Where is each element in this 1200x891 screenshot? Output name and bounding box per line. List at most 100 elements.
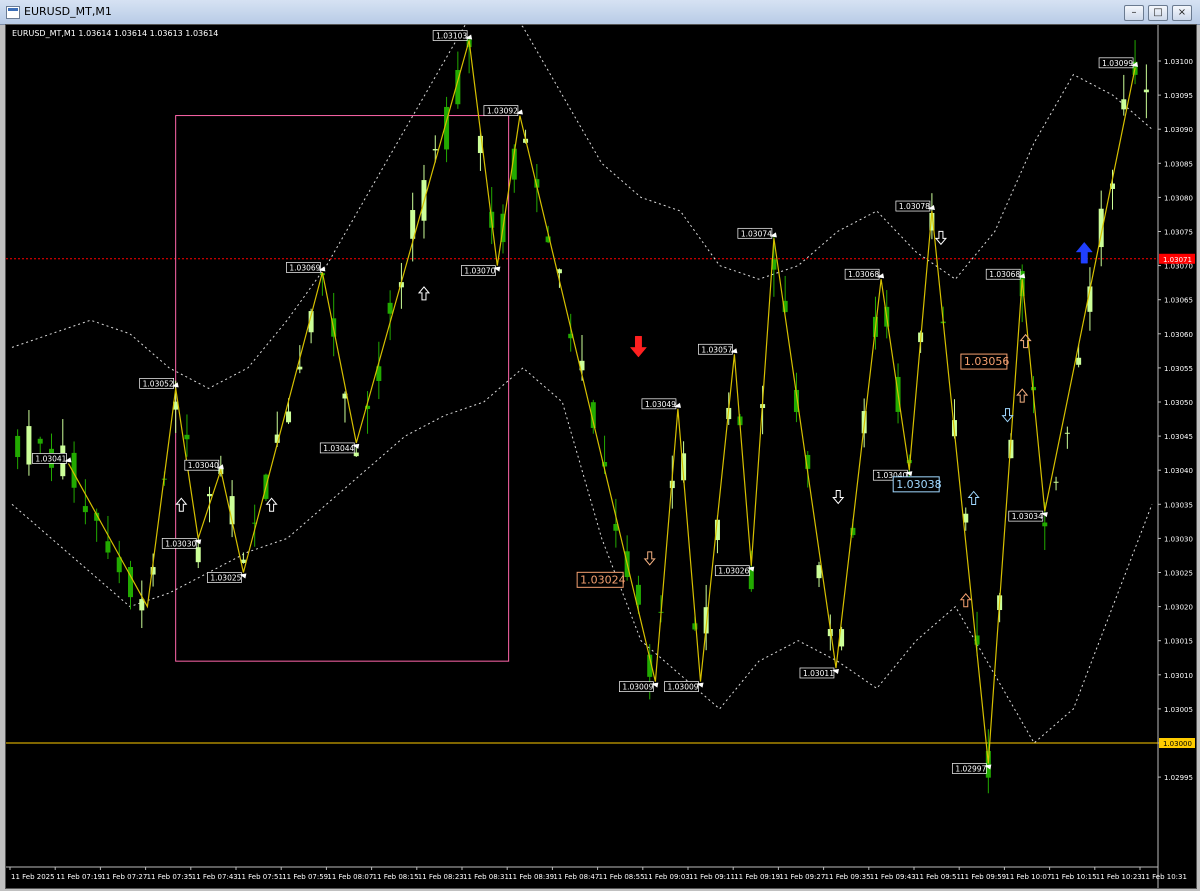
- zigzag-line: [67, 40, 1136, 764]
- y-tick-label: 1.03005: [1164, 706, 1193, 714]
- y-tick-label: 1.03010: [1164, 672, 1193, 680]
- x-tick-label: 11 Feb 10:31: [1141, 873, 1187, 881]
- zigzag-price-label: 1.03030: [165, 539, 196, 548]
- sell-arrow-icon: [832, 489, 845, 505]
- candle-body: [1076, 357, 1082, 365]
- candle-body: [128, 566, 134, 598]
- zigzag-price-label: 1.03092: [487, 107, 518, 116]
- zigzag-price-label: 1.03069: [289, 263, 320, 272]
- y-tick-label: 1.03065: [1164, 297, 1193, 305]
- x-tick-label: 11 Feb 09:03: [644, 873, 690, 881]
- y-tick-label: 1.03075: [1164, 229, 1193, 237]
- candle-body: [1053, 481, 1059, 483]
- buy-arrow-icon: [959, 592, 972, 608]
- candle-body: [432, 149, 438, 151]
- level-price-label: 1.03000: [1163, 740, 1192, 748]
- x-tick-label: 11 Feb 08:47: [553, 873, 599, 881]
- zigzag-price-label: 1.03052: [143, 379, 174, 388]
- y-tick-label: 1.03085: [1164, 160, 1193, 168]
- candle-body: [1064, 432, 1070, 434]
- candle-body: [816, 565, 822, 579]
- y-tick-label: 1.03040: [1164, 467, 1193, 475]
- signal-price-label: 1.03056: [964, 355, 1010, 368]
- x-tick-label: 11 Feb 09:19: [734, 873, 780, 881]
- zigzag-price-label: 1.03099: [1102, 59, 1133, 68]
- zigzag-price-label: 1.03068: [848, 270, 879, 279]
- buy-arrow-icon: [265, 497, 278, 512]
- chart-window-icon: [6, 6, 20, 19]
- x-tick-label: 11 Feb 09:59: [960, 873, 1006, 881]
- candle-body: [387, 302, 393, 314]
- candle-body: [105, 541, 111, 553]
- candle-body: [207, 494, 213, 497]
- y-tick-label: 1.03060: [1164, 331, 1193, 339]
- y-tick-label: 1.03070: [1164, 263, 1193, 271]
- y-tick-label: 1.03015: [1164, 638, 1193, 646]
- y-tick-label: 1.03025: [1164, 570, 1193, 578]
- zigzag-price-label: 1.03057: [701, 345, 732, 354]
- x-tick-label: 11 Feb 08:39: [508, 873, 554, 881]
- y-tick-label: 1.03100: [1164, 58, 1193, 66]
- candle-body: [286, 411, 292, 423]
- candle-body: [1121, 99, 1127, 110]
- candles-group: [15, 38, 1149, 794]
- x-tick-label: 11 Feb 09:27: [779, 873, 825, 881]
- x-tick-label: 11 Feb 07:43: [192, 873, 238, 881]
- x-tick-label: 11 Feb 10:15: [1051, 873, 1097, 881]
- candle-body: [26, 426, 32, 465]
- sell-arrow-icon: [934, 230, 947, 246]
- chart-area[interactable]: 1.03100 1.03095 1.03090 1.03085 1.03080 1.030…: [5, 24, 1197, 889]
- y-tick-label: 1.03035: [1164, 501, 1193, 509]
- buy-arrow-icon: [1016, 388, 1029, 403]
- y-tick-label: 1.03055: [1164, 365, 1193, 373]
- buy-arrow-icon: [967, 490, 980, 505]
- candle-body: [195, 547, 201, 563]
- candle-body: [1042, 522, 1048, 527]
- x-tick-label: 11 Feb 07:19: [56, 873, 102, 881]
- minimize-icon[interactable]: –: [1124, 5, 1144, 21]
- restore-icon[interactable]: □: [1148, 5, 1168, 21]
- buy-arrow-icon: [1075, 241, 1093, 264]
- zigzag-price-label: 1.03103: [436, 32, 467, 41]
- y-tick-label: 1.02995: [1164, 774, 1193, 782]
- zigzag-price-label: 1.03011: [803, 669, 834, 678]
- y-tick-label: 1.03095: [1164, 92, 1193, 100]
- zigzag-price-label: 1.03009: [668, 683, 699, 692]
- upper-band: [11, 25, 1153, 389]
- signal-price-label: 1.03024: [580, 573, 626, 586]
- x-tick-label: 11 Feb 09:43: [870, 873, 916, 881]
- x-tick-label: 11 Feb 08:07: [327, 873, 373, 881]
- zigzag-price-label: 1.03078: [899, 202, 930, 211]
- chart-svg[interactable]: 1.03100 1.03095 1.03090 1.03085 1.03080 1.030…: [6, 25, 1196, 888]
- candle-body: [15, 435, 21, 458]
- zigzag-price-label: 1.03074: [741, 229, 772, 238]
- zigzag-price-label: 1.03044: [323, 444, 354, 453]
- zigzag-price-label: 1.03026: [718, 567, 749, 576]
- zigzag-price-label: 1.03034: [1012, 512, 1043, 521]
- y-tick-label: 1.03030: [1164, 535, 1193, 543]
- x-tick-label: 11 Feb 08:55: [599, 873, 645, 881]
- x-tick-label: 11 Feb 09:51: [915, 873, 961, 881]
- y-tick-label: 1.03090: [1164, 126, 1193, 134]
- candle-body: [82, 506, 88, 513]
- x-tick-label: 11 Feb 2025: [11, 873, 55, 881]
- zigzag-price-label: 1.03070: [464, 267, 495, 276]
- x-tick-label: 11 Feb 07:27: [101, 873, 147, 881]
- candle-body: [1143, 89, 1149, 93]
- close-icon[interactable]: ×: [1172, 5, 1192, 21]
- sell-arrow-icon: [629, 335, 647, 358]
- window-titlebar[interactable]: EURUSD_MT,M1 – □ ×: [0, 0, 1200, 25]
- candle-body: [37, 438, 43, 444]
- zigzag-price-label: 1.03040: [188, 461, 219, 470]
- x-tick-label: 11 Feb 07:51: [237, 873, 283, 881]
- y-tick-label: 1.03080: [1164, 194, 1193, 202]
- x-tick-label: 11 Feb 08:31: [463, 873, 509, 881]
- x-tick-label: 11 Feb 09:35: [825, 873, 871, 881]
- buy-arrow-icon: [175, 497, 188, 512]
- x-tick-label: 11 Feb 08:15: [373, 873, 419, 881]
- x-tick-label: 11 Feb 10:07: [1005, 873, 1051, 881]
- signal-price-label: 1.03038: [896, 478, 942, 491]
- zigzag-price-label: 1.03009: [622, 683, 653, 692]
- zigzag-price-label: 1.03049: [645, 400, 676, 409]
- zigzag-price-label: 1.03041: [35, 454, 66, 463]
